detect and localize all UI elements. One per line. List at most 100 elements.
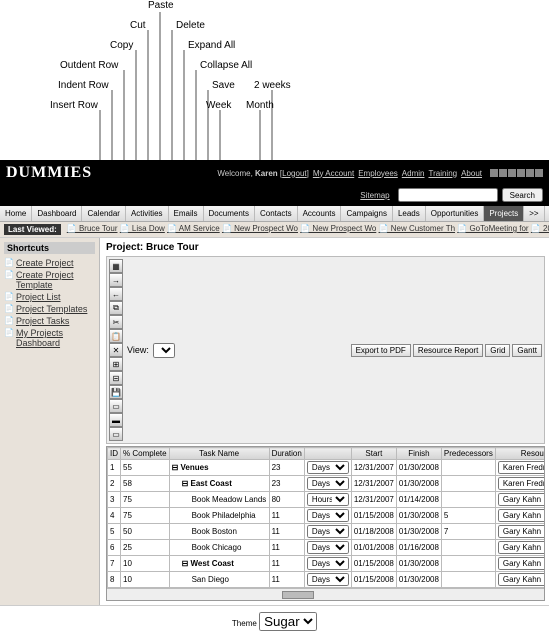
resource-report-button[interactable]: Resource Report: [413, 344, 483, 357]
table-row[interactable]: 375Book Meadow Lands80Hours12/31/200701/…: [108, 492, 546, 508]
annot-month: Month: [246, 100, 274, 111]
copy-button[interactable]: ⧉: [109, 301, 123, 315]
shortcut-item[interactable]: Create Project Template: [4, 269, 95, 291]
delete-button[interactable]: ✕: [109, 343, 123, 357]
resource-select[interactable]: Gary Kahn: [498, 509, 545, 522]
col-header[interactable]: Resource: [495, 448, 545, 460]
table-row[interactable]: 625Book Chicago11Days01/01/200801/16/200…: [108, 540, 546, 556]
link-training[interactable]: Training: [428, 169, 457, 178]
resource-select[interactable]: Gary Kahn: [498, 493, 545, 506]
duration-unit-select[interactable]: Days: [307, 525, 349, 538]
month-button[interactable]: ▭: [109, 427, 123, 441]
search-input[interactable]: [398, 188, 498, 202]
tab-projects[interactable]: Projects: [484, 206, 524, 221]
recent-item[interactable]: 📄 New Prospect Wo: [300, 224, 376, 233]
tab-home[interactable]: Home: [0, 206, 32, 221]
duration-unit-select[interactable]: Days: [307, 477, 349, 490]
recent-item[interactable]: 📄 New Prospect Wo: [222, 224, 298, 233]
theme-select[interactable]: Sugar: [259, 612, 317, 631]
indent-row-button[interactable]: →: [109, 273, 123, 287]
recent-item[interactable]: 📄 Bruce Tour: [67, 224, 118, 233]
col-header[interactable]: Predecessors: [441, 448, 495, 460]
recent-item[interactable]: 📄 New Customer Th: [379, 224, 456, 233]
duration-unit-select[interactable]: Hours: [307, 493, 349, 506]
tab-emails[interactable]: Emails: [169, 206, 204, 221]
link-myaccount[interactable]: My Account: [313, 169, 354, 178]
task-name-cell[interactable]: Book Philadelphia: [169, 508, 269, 524]
link-admin[interactable]: Admin: [402, 169, 425, 178]
tab-contacts[interactable]: Contacts: [255, 206, 298, 221]
col-header[interactable]: Duration: [269, 448, 304, 460]
h-scrollbar[interactable]: [107, 588, 544, 600]
resource-select[interactable]: Gary Kahn: [498, 541, 545, 554]
col-header[interactable]: ID: [108, 448, 121, 460]
resource-select[interactable]: Gary Kahn: [498, 525, 545, 538]
table-row[interactable]: 810San Diego11Days01/15/200801/30/2008Ga…: [108, 572, 546, 588]
col-header[interactable]: [304, 448, 351, 460]
duration-unit-select[interactable]: Days: [307, 461, 349, 474]
2weeks-button[interactable]: ▬: [109, 413, 123, 427]
table-row[interactable]: 155⊟ Venues23Days12/31/200701/30/2008Kar…: [108, 460, 546, 476]
outdent-row-button[interactable]: ←: [109, 287, 123, 301]
expand-all-button[interactable]: ⊞: [109, 357, 123, 371]
resource-select[interactable]: Karen Fredricks: [498, 461, 545, 474]
tab-dashboard[interactable]: Dashboard: [32, 206, 82, 221]
shortcut-item[interactable]: Project Templates: [4, 303, 95, 315]
export-to-pdf-button[interactable]: Export to PDF: [351, 344, 411, 357]
cut-button[interactable]: ✂: [109, 315, 123, 329]
save-button[interactable]: 💾: [109, 385, 123, 399]
search-button[interactable]: Search: [502, 188, 543, 202]
col-header[interactable]: Start: [351, 448, 396, 460]
task-name-cell[interactable]: San Diego: [169, 572, 269, 588]
theme-swatches[interactable]: [490, 169, 543, 177]
duration-unit-select[interactable]: Days: [307, 557, 349, 570]
resource-select[interactable]: Gary Kahn: [498, 573, 545, 586]
table-row[interactable]: 710⊟ West Coast11Days01/15/200801/30/200…: [108, 556, 546, 572]
link-employees[interactable]: Employees: [358, 169, 398, 178]
shortcut-item[interactable]: My Projects Dashboard: [4, 327, 95, 349]
paste-button[interactable]: 📋: [109, 329, 123, 343]
recent-item[interactable]: 📄 AM Service: [167, 224, 220, 233]
col-header[interactable]: Finish: [396, 448, 441, 460]
sitemap-link[interactable]: Sitemap: [360, 191, 389, 200]
tab-documents[interactable]: Documents: [204, 206, 255, 221]
view-select[interactable]: [153, 343, 175, 358]
shortcut-item[interactable]: Project List: [4, 291, 95, 303]
recent-item[interactable]: 📄 2000 Tour Jac: [531, 224, 549, 233]
task-name-cell[interactable]: ⊟ East Coast: [169, 476, 269, 492]
link-about[interactable]: About: [461, 169, 482, 178]
shortcut-item[interactable]: Create Project: [4, 257, 95, 269]
col-header[interactable]: % Complete: [121, 448, 170, 460]
tab-accounts[interactable]: Accounts: [298, 206, 342, 221]
task-name-cell[interactable]: ⊟ Venues: [169, 460, 269, 476]
task-name-cell[interactable]: Book Meadow Lands: [169, 492, 269, 508]
resource-select[interactable]: Karen Fredricks: [498, 477, 545, 490]
duration-unit-select[interactable]: Days: [307, 573, 349, 586]
logout-link[interactable]: Logout: [282, 169, 306, 178]
annot-2weeks: 2 weeks: [254, 80, 291, 91]
table-row[interactable]: 475Book Philadelphia11Days01/15/200801/3…: [108, 508, 546, 524]
recent-item[interactable]: 📄 Lisa Dow: [120, 224, 165, 233]
collapse-all-button[interactable]: ⊟: [109, 371, 123, 385]
tab->>[interactable]: >>: [524, 206, 544, 221]
table-row[interactable]: 258⊟ East Coast23Days12/31/200701/30/200…: [108, 476, 546, 492]
resource-select[interactable]: Gary Kahn: [498, 557, 545, 570]
task-name-cell[interactable]: Book Boston: [169, 524, 269, 540]
week-button[interactable]: ▭: [109, 399, 123, 413]
duration-unit-select[interactable]: Days: [307, 509, 349, 522]
task-name-cell[interactable]: ⊟ West Coast: [169, 556, 269, 572]
tab-opportunities[interactable]: Opportunities: [426, 206, 485, 221]
insert-row-button[interactable]: ▦: [109, 259, 123, 273]
tab-leads[interactable]: Leads: [393, 206, 426, 221]
table-row[interactable]: 550Book Boston11Days01/18/200801/30/2008…: [108, 524, 546, 540]
gantt-button[interactable]: Gantt: [512, 344, 542, 357]
tab-calendar[interactable]: Calendar: [82, 206, 125, 221]
grid-button[interactable]: Grid: [485, 344, 510, 357]
duration-unit-select[interactable]: Days: [307, 541, 349, 554]
tab-activities[interactable]: Activities: [126, 206, 169, 221]
task-name-cell[interactable]: Book Chicago: [169, 540, 269, 556]
tab-campaigns[interactable]: Campaigns: [341, 206, 392, 221]
shortcut-item[interactable]: Project Tasks: [4, 315, 95, 327]
col-header[interactable]: Task Name: [169, 448, 269, 460]
recent-item[interactable]: 📄 GoToMeeting for: [457, 224, 528, 233]
